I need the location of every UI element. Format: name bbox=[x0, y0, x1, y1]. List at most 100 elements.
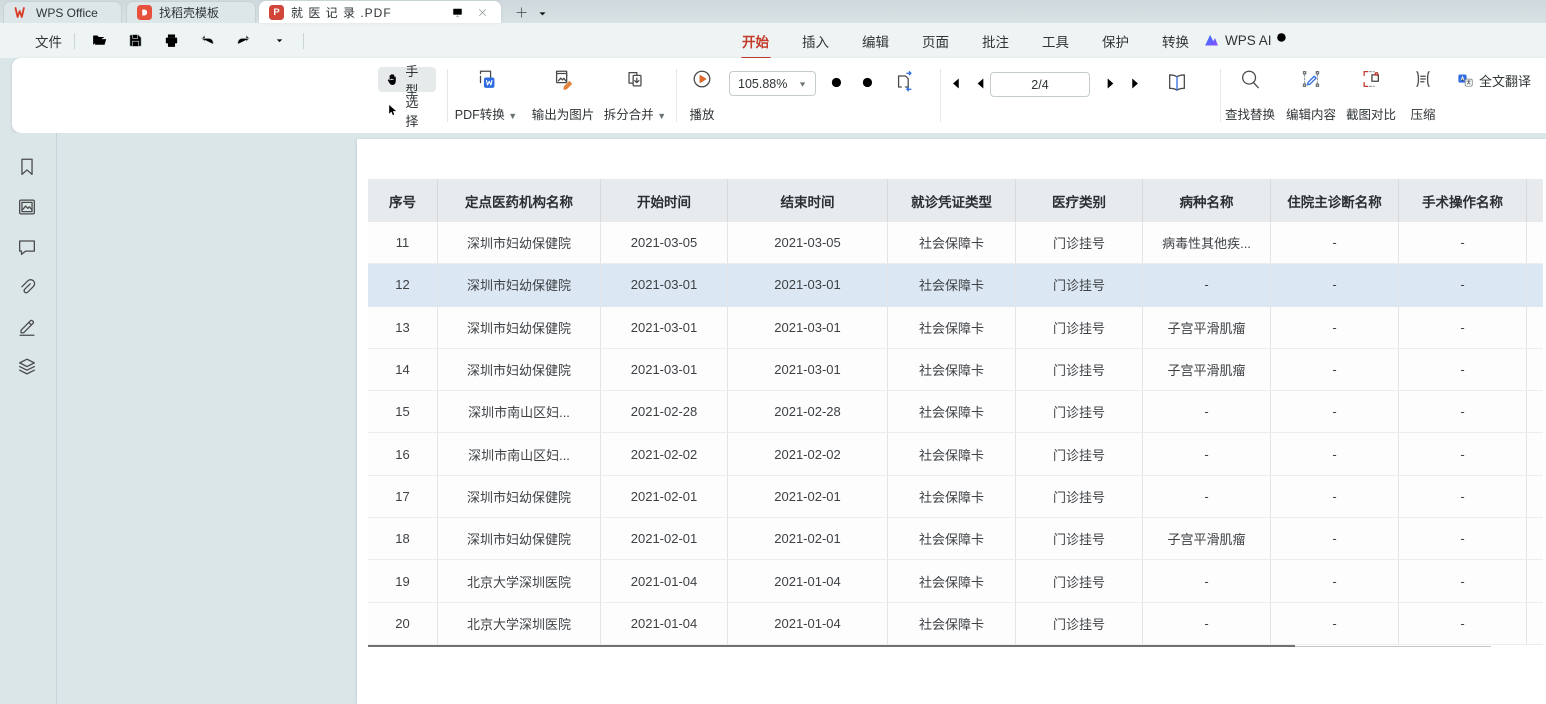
split-merge-button[interactable]: 拆分合并 ▼ bbox=[600, 65, 670, 127]
hand-tool-button[interactable]: 手型 bbox=[378, 67, 436, 92]
table-cell: - bbox=[1143, 603, 1271, 644]
tab-document-pdf[interactable]: P 就 医 记 录 .PDF bbox=[259, 1, 501, 23]
print-icon[interactable] bbox=[159, 29, 183, 53]
find-replace-icon bbox=[1239, 68, 1261, 90]
attachment-icon[interactable] bbox=[16, 276, 38, 298]
table-cell: 2021-03-01 bbox=[728, 307, 888, 348]
menu-page[interactable]: 页面 bbox=[921, 22, 950, 60]
tab-wps-office[interactable]: WPS Office bbox=[3, 1, 122, 23]
screenshot-compare-button[interactable]: 截图对比 bbox=[1340, 65, 1402, 127]
read-mode-icon[interactable] bbox=[1162, 68, 1192, 98]
first-page-icon[interactable] bbox=[942, 71, 967, 96]
tab-list-chevron-icon[interactable] bbox=[533, 4, 551, 22]
save-icon[interactable] bbox=[123, 29, 147, 53]
zoom-level-dropdown[interactable]: 105.88% ▼ bbox=[729, 71, 816, 96]
table-body: 11深圳市妇幼保健院2021-03-052021-03-05社会保障卡门诊挂号病… bbox=[368, 222, 1543, 645]
rotate-document-icon[interactable] bbox=[892, 68, 917, 93]
table-cell: 门诊挂号 bbox=[1016, 603, 1143, 644]
close-tab-icon[interactable] bbox=[473, 3, 491, 21]
redo-icon[interactable] bbox=[231, 29, 255, 53]
table-cell: 社会保障卡 bbox=[888, 518, 1016, 559]
table-cell: 18 bbox=[368, 518, 438, 559]
medical-records-table: 序号定点医药机构名称开始时间结束时间就诊凭证类型医疗类别病种名称住院主诊断名称手… bbox=[368, 179, 1543, 645]
wps-pdf-window: WPS Office 找稻壳模板 P 就 医 记 录 .PDF bbox=[0, 0, 1546, 704]
pdf-file-icon: P bbox=[269, 5, 284, 20]
table-cell: - bbox=[1399, 307, 1527, 348]
table-cell bbox=[1527, 518, 1543, 559]
tab-docer-templates[interactable]: 找稻壳模板 bbox=[126, 1, 256, 23]
menu-insert[interactable]: 插入 bbox=[801, 22, 830, 60]
thumbnails-icon[interactable] bbox=[16, 196, 38, 218]
table-header-cell: 医疗类别 bbox=[1016, 179, 1143, 222]
wps-ai-button[interactable]: WPS AI bbox=[1203, 23, 1272, 58]
present-to-screen-icon[interactable] bbox=[448, 3, 466, 21]
zoom-in-icon[interactable] bbox=[856, 71, 881, 96]
table-cell: 深圳市妇幼保健院 bbox=[438, 264, 601, 305]
play-button[interactable]: 播放 bbox=[678, 65, 726, 127]
divider bbox=[676, 69, 677, 122]
quick-access-chevron-icon[interactable] bbox=[267, 29, 291, 53]
next-page-icon[interactable] bbox=[1098, 71, 1123, 96]
zoom-out-icon[interactable] bbox=[825, 71, 850, 96]
edit-content-button[interactable]: 编辑内容 bbox=[1280, 65, 1342, 127]
table-cell: 社会保障卡 bbox=[888, 349, 1016, 390]
table-cell: - bbox=[1271, 433, 1399, 474]
menu-home[interactable]: 开始 bbox=[741, 22, 770, 60]
file-menu-button[interactable]: 文件 bbox=[12, 31, 62, 51]
table-cell: 社会保障卡 bbox=[888, 603, 1016, 644]
chevron-down-icon: ▼ bbox=[798, 80, 807, 88]
table-cell: 深圳市妇幼保健院 bbox=[438, 222, 601, 263]
bookmark-icon[interactable] bbox=[16, 156, 38, 178]
table-cell: 19 bbox=[368, 560, 438, 601]
signature-icon[interactable] bbox=[16, 316, 38, 338]
table-cell: - bbox=[1271, 518, 1399, 559]
compress-button[interactable]: 压缩 bbox=[1400, 65, 1446, 127]
table-row: 12深圳市妇幼保健院2021-03-012021-03-01社会保障卡门诊挂号-… bbox=[368, 264, 1543, 306]
menu-tools[interactable]: 工具 bbox=[1041, 22, 1070, 60]
page-number-input[interactable]: 2/4 bbox=[990, 72, 1090, 97]
menu-items: 开始 插入 编辑 页面 批注 工具 保护 转换 bbox=[741, 23, 1190, 58]
table-header-cell: 开始时间 bbox=[601, 179, 728, 222]
table-cell: - bbox=[1143, 264, 1271, 305]
export-image-button[interactable]: 输出为图片 bbox=[524, 65, 602, 127]
comment-icon[interactable] bbox=[16, 236, 38, 258]
new-tab-icon[interactable] bbox=[512, 3, 530, 21]
menu-annotate[interactable]: 批注 bbox=[981, 22, 1010, 60]
table-cell: - bbox=[1399, 433, 1527, 474]
table-cell: 2021-02-28 bbox=[728, 391, 888, 432]
menu-edit[interactable]: 编辑 bbox=[861, 22, 890, 60]
open-file-icon[interactable] bbox=[87, 29, 111, 53]
select-tool-button[interactable]: 选择 bbox=[378, 98, 436, 123]
table-header-cell: 就诊凭证类型 bbox=[888, 179, 1016, 222]
layers-icon[interactable] bbox=[16, 356, 38, 378]
find-replace-button[interactable]: 查找替换 bbox=[1219, 65, 1281, 127]
pdf-convert-button[interactable]: PDF转换 ▼ bbox=[450, 65, 522, 127]
table-cell: 11 bbox=[368, 222, 438, 263]
menu-search-icon[interactable] bbox=[1274, 30, 1291, 50]
table-cell: - bbox=[1271, 349, 1399, 390]
undo-icon[interactable] bbox=[195, 29, 219, 53]
table-cell: - bbox=[1143, 391, 1271, 432]
table-row: 11深圳市妇幼保健院2021-03-052021-03-05社会保障卡门诊挂号病… bbox=[368, 222, 1543, 264]
table-cell: - bbox=[1399, 476, 1527, 517]
menu-convert[interactable]: 转换 bbox=[1161, 22, 1190, 60]
table-cell: 社会保障卡 bbox=[888, 391, 1016, 432]
last-page-icon[interactable] bbox=[1124, 71, 1149, 96]
table-cell bbox=[1527, 433, 1543, 474]
full-translate-button[interactable]: 全文翻译 bbox=[1450, 68, 1538, 93]
divider bbox=[447, 69, 448, 122]
table-cell: 门诊挂号 bbox=[1016, 264, 1143, 305]
table-cell bbox=[1527, 349, 1543, 390]
table-cell: - bbox=[1143, 560, 1271, 601]
export-image-label: 输出为图片 bbox=[532, 104, 595, 123]
table-cell: 2021-01-04 bbox=[601, 603, 728, 644]
pdf-convert-icon bbox=[475, 68, 497, 90]
table-cell: 2021-02-01 bbox=[728, 476, 888, 517]
table-cell: 2021-03-01 bbox=[601, 307, 728, 348]
export-image-icon bbox=[552, 68, 574, 90]
table-cell: 2021-02-02 bbox=[601, 433, 728, 474]
menu-protect[interactable]: 保护 bbox=[1101, 22, 1130, 60]
sidebar-divider bbox=[56, 133, 57, 704]
table-cell: - bbox=[1143, 476, 1271, 517]
divider bbox=[303, 33, 304, 49]
